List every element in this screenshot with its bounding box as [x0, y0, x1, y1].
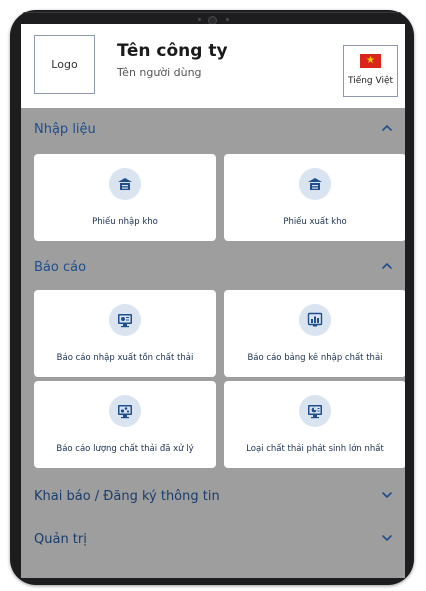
section-header-quan-tri[interactable]: Quản trị [21, 518, 405, 562]
app-screen: Logo Tên công ty Tên người dùng ★ Tiếng … [21, 24, 405, 578]
section-header-bao-cao[interactable]: Báo cáo [21, 246, 405, 290]
company-name: Tên công ty [117, 41, 228, 61]
sensor-dot [198, 18, 201, 21]
card-bao-cao-nhap-xuat-ton[interactable]: Báo cáo nhập xuất tồn chất thải [34, 290, 216, 377]
language-button[interactable]: ★ Tiếng Việt [343, 45, 398, 97]
star-icon: ★ [366, 54, 375, 66]
app-header: Logo Tên công ty Tên người dùng ★ Tiếng … [21, 24, 405, 108]
sensor-dot [226, 18, 229, 21]
language-label: Tiếng Việt [347, 76, 394, 86]
card-loai-chat-thai-lon-nhat[interactable]: Loại chất thải phát sinh lớn nhất [224, 381, 405, 468]
section-title: Quản trị [34, 532, 87, 547]
card-phieu-xuat-kho[interactable]: Phiếu xuất kho [224, 154, 405, 241]
chevron-down-icon [379, 487, 395, 503]
bar-chart-icon [299, 304, 331, 336]
section-header-nhap-lieu[interactable]: Nhập liệu [21, 108, 405, 152]
section-title: Báo cáo [34, 260, 87, 275]
chevron-up-icon [379, 258, 395, 274]
user-name: Tên người dùng [117, 66, 202, 79]
card-label: Báo cáo bảng kê nhập chất thải [247, 353, 383, 363]
monitor-chart-icon [109, 304, 141, 336]
card-label: Loại chất thải phát sinh lớn nhất [246, 444, 384, 454]
section-title: Nhập liệu [34, 122, 96, 137]
logo-text: Logo [51, 58, 78, 71]
card-label: Phiếu nhập kho [92, 217, 158, 227]
section-header-khai-bao[interactable]: Khai báo / Đăng ký thông tin [21, 475, 405, 519]
section-title: Khai báo / Đăng ký thông tin [34, 489, 220, 504]
warehouse-import-icon [109, 168, 141, 200]
card-bao-cao-luong-chat-thai[interactable]: Báo cáo lượng chất thải đã xử lý [34, 381, 216, 468]
chevron-down-icon [379, 530, 395, 546]
company-logo: Logo [34, 35, 95, 94]
card-phieu-nhap-kho[interactable]: Phiếu nhập kho [34, 154, 216, 241]
monitor-pie-icon [299, 395, 331, 427]
card-label: Phiếu xuất kho [283, 217, 347, 227]
card-bao-cao-bang-ke[interactable]: Báo cáo bảng kê nhập chất thải [224, 290, 405, 377]
chevron-up-icon [379, 120, 395, 136]
card-label: Báo cáo lượng chất thải đã xử lý [56, 444, 194, 454]
warehouse-export-icon [299, 168, 331, 200]
card-label: Báo cáo nhập xuất tồn chất thải [56, 353, 194, 363]
vietnam-flag-icon: ★ [360, 54, 381, 68]
monitor-process-icon [109, 395, 141, 427]
